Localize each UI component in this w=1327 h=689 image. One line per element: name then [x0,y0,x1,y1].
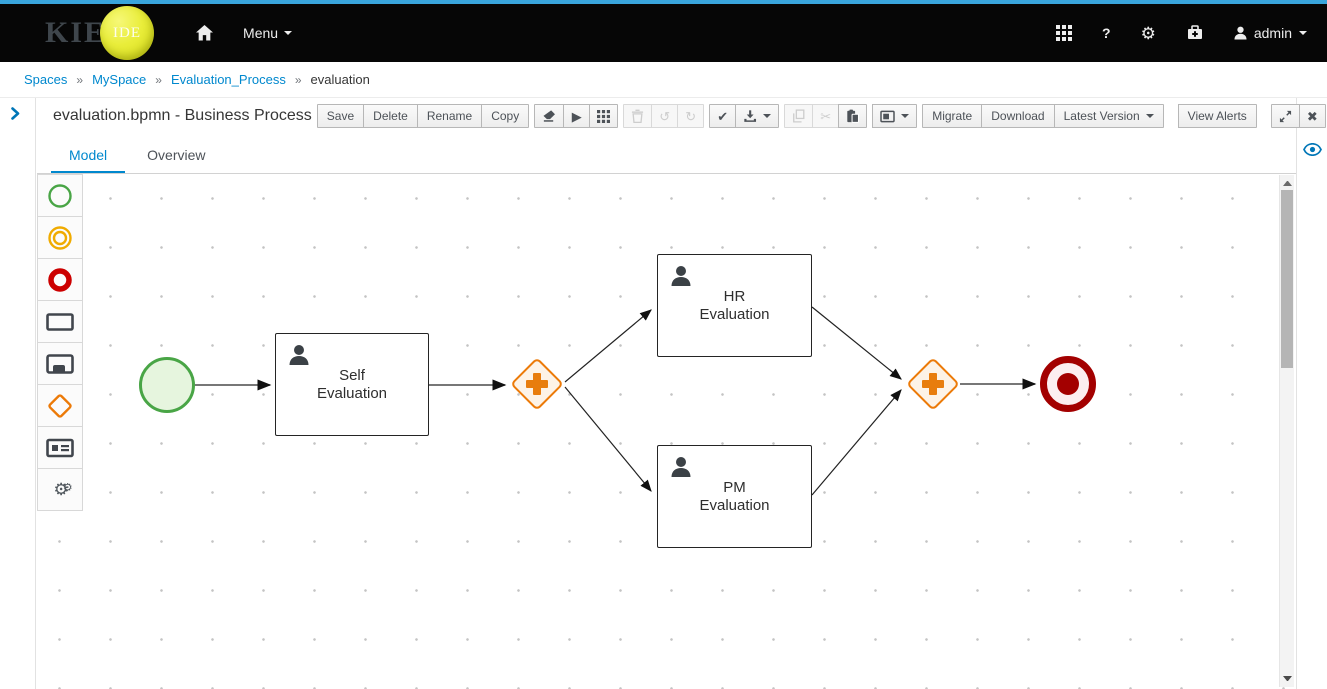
home-icon[interactable] [196,25,214,41]
palette-containers[interactable] [37,426,83,469]
chevron-down-icon [901,114,910,118]
flow-pm-to-join [811,389,902,496]
clear-diagram-icon[interactable] [534,104,565,128]
task-self-evaluation[interactable]: Self Evaluation [275,333,429,436]
end-event-inner-dot [1057,373,1079,395]
tab-model[interactable]: Model [51,138,126,173]
palette-gateways[interactable] [37,384,83,427]
plus-icon [929,373,937,395]
tab-overview[interactable]: Overview [129,138,223,173]
breadcrumb-separator: » [76,72,84,87]
help-icon[interactable]: ? [1102,25,1111,41]
parallel-gateway-join[interactable] [905,356,961,412]
task-hr-evaluation[interactable]: HR Evaluation [657,254,812,357]
expand-panel-chevron-icon[interactable] [11,107,20,125]
breadcrumb-current-asset: evaluation [310,72,370,87]
chevron-down-icon [763,114,772,118]
admin-tools-icon[interactable] [1186,25,1204,41]
breadcrumb-myspace[interactable]: MySpace [92,72,146,87]
task-label: PM Evaluation [699,479,770,514]
sequence-flows [195,306,1037,496]
delete-selection-icon[interactable] [623,104,653,128]
flow-hr-to-join [811,306,902,380]
scrollbar-thumb[interactable] [1281,190,1293,368]
redo-icon[interactable]: ↻ [677,104,705,128]
export-icon[interactable] [735,104,780,128]
editor-tabbar: Model Overview [37,134,1296,174]
user-menu[interactable]: admin [1234,25,1307,41]
version-label: Latest Version [1063,109,1140,123]
masthead: KIE IDE Menu ? ⚙ admin [0,4,1327,62]
brand-ide-badge: IDE [100,6,155,60]
app-launcher-icon[interactable] [1056,25,1073,41]
copy-button[interactable]: Copy [481,104,530,128]
palette-subprocesses[interactable] [37,342,83,385]
parallel-gateway-split[interactable] [509,356,565,412]
explore-eye-icon[interactable] [1302,142,1322,161]
migrate-button[interactable]: Migrate [922,104,983,128]
task-label: Self Evaluation [316,367,388,402]
end-event-node[interactable] [1040,356,1096,412]
expand-icon[interactable] [1270,104,1300,128]
download-button[interactable]: Download [981,104,1055,128]
palette-tasks[interactable] [37,300,83,343]
version-dropdown[interactable]: Latest Version [1053,104,1164,128]
copy-selection-icon[interactable] [784,104,814,128]
save-button[interactable]: Save [316,104,365,128]
breadcrumb-spaces[interactable]: Spaces [24,72,67,87]
palette-intermediate-events[interactable] [37,216,83,259]
cut-selection-icon[interactable]: ✂ [812,104,840,128]
user-icon [1234,26,1247,40]
shape-palette: ⚙⚙ [37,174,83,511]
page-title: evaluation.bpmn - Business Process [53,107,312,124]
brand-kie-text: KIE [45,16,107,49]
plus-icon [533,373,541,395]
gears-icon: ⚙⚙ [53,480,72,499]
validate-icon[interactable]: ✔ [709,104,737,128]
flow-split-to-hr [564,309,652,383]
chevron-down-icon [1145,114,1154,118]
brand-ide-text: IDE [113,24,142,41]
task-label: HR Evaluation [699,288,770,323]
undo-icon[interactable]: ↺ [651,104,679,128]
breadcrumb-project[interactable]: Evaluation_Process [171,72,286,87]
view-alerts-button[interactable]: View Alerts [1177,104,1257,128]
preview-grid-icon[interactable] [589,104,619,128]
chevron-down-icon [1299,31,1307,35]
delete-button[interactable]: Delete [363,104,418,128]
content-area: evaluation.bpmn - Business Process Save … [0,97,1327,689]
menu-label: Menu [243,25,279,41]
rename-button[interactable]: Rename [416,104,483,128]
breadcrumb-separator: » [155,72,162,87]
username-label: admin [1253,25,1292,41]
right-dock-strip [1296,98,1327,689]
palette-end-events[interactable] [37,258,83,301]
editor-toolbar: Save Delete Rename Copy ▶ ↺ ↻ ✔ ✂ Migrat… [312,104,1326,128]
kie-ide-logo[interactable]: KIE IDE [45,6,155,60]
chevron-down-icon [284,31,293,35]
editor-panel: evaluation.bpmn - Business Process Save … [37,98,1326,689]
flow-split-to-pm [564,386,652,492]
run-process-icon[interactable]: ▶ [563,104,591,128]
task-pm-evaluation[interactable]: PM Evaluation [657,445,812,548]
breadcrumb-separator: » [294,72,302,87]
editor-header: evaluation.bpmn - Business Process Save … [37,98,1326,134]
palette-service-tasks[interactable]: ⚙⚙ [37,468,83,511]
palette-start-events[interactable] [37,174,83,217]
bpmn-canvas[interactable]: ⚙⚙ Self Evaluation HR Evaluation PM Eval… [37,174,1296,689]
scroll-up-arrow-icon[interactable] [1283,181,1292,186]
menu-dropdown[interactable]: Menu [243,25,293,41]
paste-selection-icon[interactable] [838,104,868,128]
start-event-node[interactable] [139,357,195,413]
close-icon[interactable]: ✖ [1298,104,1326,128]
form-generation-icon[interactable] [872,104,918,128]
scroll-down-arrow-icon[interactable] [1283,676,1292,681]
canvas-vertical-scrollbar[interactable] [1279,175,1294,687]
settings-gear-icon[interactable]: ⚙ [1141,25,1156,42]
left-dock-strip [0,98,36,689]
breadcrumb: Spaces » MySpace » Evaluation_Process » … [0,62,1327,97]
